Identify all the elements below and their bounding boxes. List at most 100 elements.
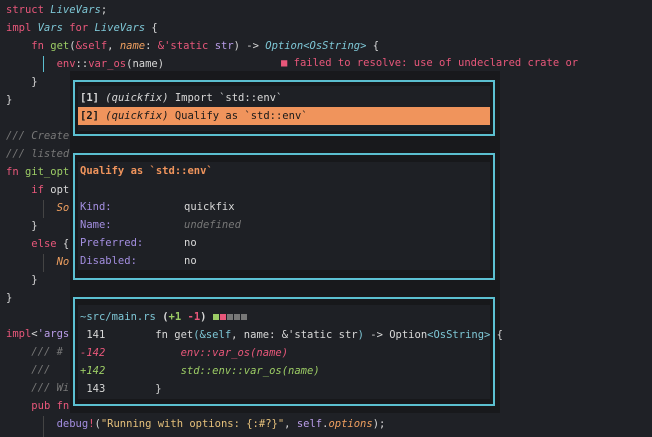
code-token: /// Create [6, 130, 70, 142]
diff-line: 143 } [78, 380, 490, 398]
action-kind: (quickfix) [105, 92, 169, 104]
field-value: no [184, 255, 197, 267]
code-token: , [107, 40, 120, 52]
code-line: else { [6, 235, 69, 253]
field-value: no [184, 237, 197, 249]
field-label: Kind: [80, 201, 112, 213]
diff-line: 141 fn get(&self, name: &'static str) ->… [78, 326, 503, 344]
code-token: str [214, 40, 234, 52]
code-line: debug!("Running with options: {:#?}", se… [6, 415, 386, 433]
diff-line-number: 143 [80, 383, 106, 395]
code-token: &'static [157, 40, 215, 52]
diff-token: } [130, 383, 162, 395]
code-line: fn get(&self, name: &'static str) -> Opt… [6, 37, 379, 55]
code-token: struct [6, 4, 51, 16]
action-kind: (quickfix) [105, 110, 169, 122]
code-token: { [62, 238, 70, 250]
code-token: LiveVars [94, 22, 146, 34]
code-token: { [366, 40, 380, 52]
diff-token: std::env::var_os(name) [130, 365, 320, 377]
code-token: ); [372, 418, 386, 430]
code-token: , [284, 418, 297, 430]
code-token: /// # [31, 346, 63, 358]
code-token: } [6, 76, 38, 88]
diff-header: ~src/main.rs (+1 -1) [78, 308, 490, 326]
field-label: Disabled: [80, 255, 137, 267]
code-token: Vars [37, 22, 63, 34]
diff-line: -142 env::var_os(name) [78, 344, 490, 362]
code-token: : [145, 40, 158, 52]
diagnostic-message: ■ failed to resolve: use of undeclared c… [281, 57, 579, 69]
code-token: Option [265, 40, 304, 52]
field-label: Name: [80, 219, 112, 231]
action-details-popup: Qualify as `std::env` Kind: quickfix Name:… [73, 153, 495, 280]
code-token: } [6, 220, 38, 232]
diff-token: env::var_os(name) [130, 347, 289, 359]
code-actions-popup: [1] (quickfix) Import `std::env` [2] (qui… [73, 80, 495, 136]
action-index: [1] [80, 92, 99, 104]
code-token: for [62, 22, 95, 34]
detail-field: Disabled: no [78, 252, 490, 270]
code-line: impl<'args [6, 325, 69, 343]
code-token: get [50, 40, 70, 52]
code-line: No [6, 253, 70, 271]
code-token: fn [31, 40, 51, 52]
detail-field: Preferred: no [78, 234, 490, 252]
code-token: if [31, 184, 51, 196]
code-line: fn git_opt [6, 163, 69, 181]
diff-file: ~src/main.rs [80, 311, 156, 323]
code-line: /// listed [6, 145, 69, 163]
code-token: ; [100, 4, 114, 16]
code-line: /// # [6, 343, 63, 361]
code-token: } [6, 94, 13, 106]
code-line: } [6, 289, 12, 307]
field-label: Preferred: [80, 237, 144, 249]
code-line: } [6, 73, 38, 91]
code-token: debug [56, 418, 89, 430]
diff-token: fn get [130, 329, 194, 341]
details-title: Qualify as `std::env` [80, 165, 213, 177]
code-token: "Running with options: {:#?}" [100, 418, 285, 430]
diff-stat-bar [212, 311, 248, 323]
diff-token: <OsString> [427, 329, 491, 341]
code-line: } [6, 91, 12, 109]
code-token: So [56, 202, 70, 214]
code-token: git_opt [24, 166, 70, 178]
code-token: opt [50, 184, 70, 196]
indent-guide [43, 56, 44, 72]
code-line: } [6, 271, 38, 289]
indent-guide [43, 416, 44, 437]
action-index: [2] [80, 110, 99, 122]
code-line: pub fn [6, 397, 69, 415]
code-token: /// [31, 364, 51, 376]
indent-guide [43, 200, 44, 218]
code-token: fn [6, 166, 25, 178]
action-label: Import `std::env` [174, 92, 283, 104]
code-action-item[interactable]: [2] (quickfix) Qualify as `std::env` [78, 107, 490, 125]
code-token: &self [75, 40, 108, 52]
diff-line-number: -142 [80, 347, 106, 359]
code-token: } [6, 274, 38, 286]
code-action-item[interactable]: [1] (quickfix) Import `std::env` [78, 89, 490, 107]
code-token: else [31, 238, 63, 250]
action-label: Qualify as `std::env` [174, 110, 308, 122]
code-token: var_os [88, 58, 127, 70]
diff-token: { [490, 329, 504, 341]
code-line: if opt [6, 181, 69, 199]
code-line: impl Vars for LiveVars { [6, 19, 158, 37]
code-line: } [6, 217, 38, 235]
diff-token: , name: &'static str [231, 329, 358, 341]
diff-line-number: +142 [80, 365, 106, 377]
diff-token: (&self [193, 329, 232, 341]
code-token: <OsString> [303, 40, 367, 52]
code-token: /// listed [6, 148, 70, 160]
